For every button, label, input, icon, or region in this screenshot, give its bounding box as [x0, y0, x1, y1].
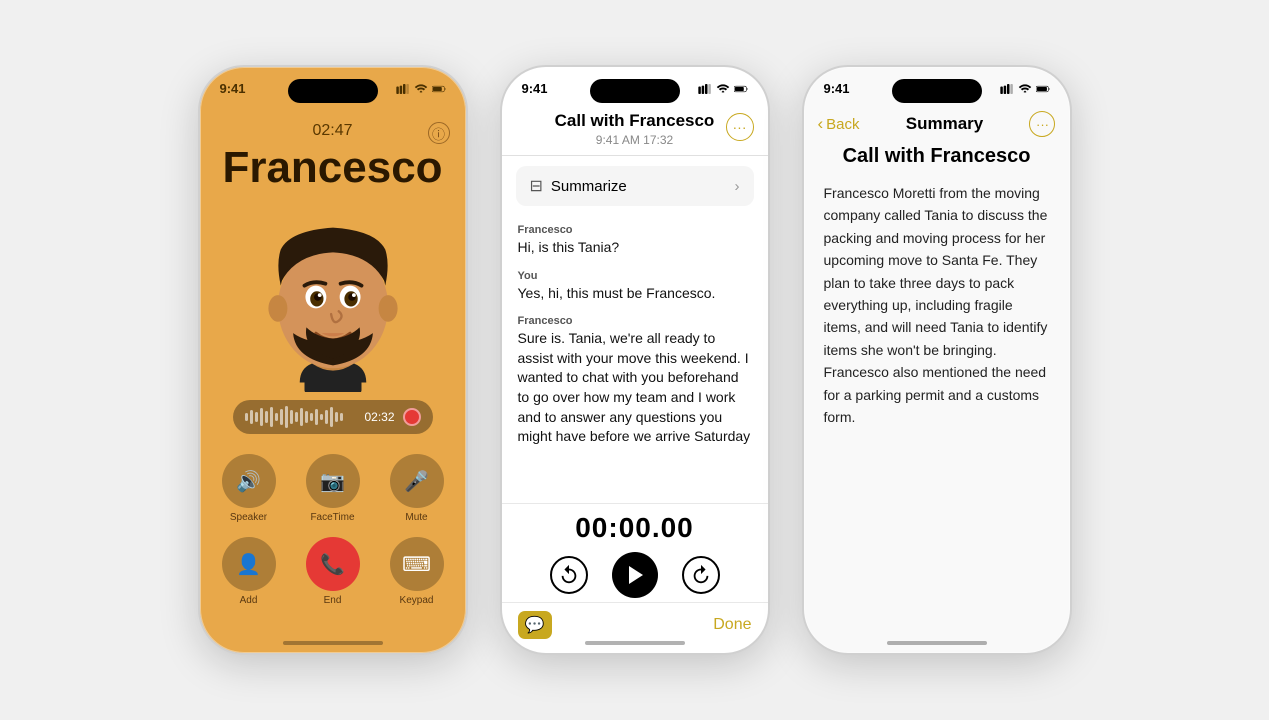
transcript-footer-icon: 💬: [518, 611, 552, 639]
end-button[interactable]: 📞 End: [298, 537, 368, 606]
transcript-msg-2: You Yes, hi, this must be Francesco.: [518, 270, 752, 304]
msg-text-2: Yes, hi, this must be Francesco.: [518, 284, 752, 304]
mute-button[interactable]: 🎤 Mute: [382, 454, 452, 523]
sender-2: You: [518, 270, 752, 282]
playback-controls: 15 15: [550, 552, 720, 598]
status-icons-3: [1000, 84, 1050, 94]
add-button[interactable]: 👤 Add: [214, 537, 284, 606]
transcript-msg-1: Francesco Hi, is this Tania?: [518, 224, 752, 258]
dynamic-island: [288, 79, 378, 103]
waveform: [245, 406, 357, 428]
recording-bar: 02:32: [233, 400, 433, 434]
recording-time: 02:32: [364, 410, 394, 424]
summary-body: Call with Francesco Francesco Moretti fr…: [804, 145, 1070, 428]
sender-1: Francesco: [518, 224, 752, 236]
playback-section: 00:00.00 15 15: [502, 503, 768, 602]
summary-text: Francesco Moretti from the moving compan…: [824, 182, 1050, 428]
status-time-2: 9:41: [522, 81, 548, 96]
phone-summary-screen: 9:41 ‹ Back Summary ··· Call with France…: [802, 65, 1072, 655]
call-controls: 🔊 Speaker 📷 FaceTime 🎤 Mute 👤 Add 📞 End …: [214, 454, 452, 606]
svg-text:15: 15: [696, 574, 704, 581]
transcript-title: Call with Francesco: [518, 111, 752, 131]
phone-call-screen: 9:41 ⓘ 02:47 Francesco: [198, 65, 468, 655]
play-button[interactable]: [612, 552, 658, 598]
facetime-button[interactable]: 📷 FaceTime: [298, 454, 368, 523]
home-indicator-2: [585, 641, 685, 645]
call-screen: ⓘ 02:47 Francesco: [200, 67, 466, 653]
transcript-footer: 💬 Done: [502, 602, 768, 653]
transcript-screen: ··· Call with Francesco 9:41 AM 17:32 ⊟ …: [502, 67, 768, 653]
caller-name: Francesco: [222, 146, 442, 190]
dynamic-island-2: [590, 79, 680, 103]
recording-dot: [403, 408, 421, 426]
chevron-right-icon: ›: [735, 178, 740, 195]
more-options-button[interactable]: ···: [726, 113, 754, 141]
speaker-button[interactable]: 🔊 Speaker: [214, 454, 284, 523]
summarize-button[interactable]: ⊟ Summarize ›: [516, 166, 754, 206]
status-time-3: 9:41: [824, 81, 850, 96]
summarize-icon: ⊟: [530, 176, 543, 196]
dynamic-island-3: [892, 79, 982, 103]
memoji-avatar: [243, 202, 423, 392]
info-icon[interactable]: ⓘ: [428, 122, 450, 144]
keypad-button[interactable]: ⌨ Keypad: [382, 537, 452, 606]
summary-page-title: Summary: [906, 114, 983, 134]
status-icons-1: [396, 84, 446, 94]
skip-back-button[interactable]: 15: [550, 556, 588, 594]
home-indicator-3: [887, 641, 987, 645]
done-button[interactable]: Done: [713, 616, 751, 634]
summary-screen: ‹ Back Summary ··· Call with Francesco F…: [804, 67, 1070, 653]
msg-text-1: Hi, is this Tania?: [518, 238, 752, 258]
svg-text:15: 15: [564, 574, 572, 581]
transcript-msg-3: Francesco Sure is. Tania, we're all read…: [518, 315, 752, 447]
back-label: Back: [826, 116, 859, 133]
msg-text-3: Sure is. Tania, we're all ready to assis…: [518, 329, 752, 447]
phone-transcript-screen: 9:41 ··· Call with Francesco 9:41 AM 17:…: [500, 65, 770, 655]
back-button[interactable]: ‹ Back: [818, 114, 860, 134]
back-chevron-icon: ‹: [818, 114, 824, 134]
summarize-label: Summarize: [551, 178, 627, 195]
summary-more-button[interactable]: ···: [1029, 111, 1055, 137]
status-icons-2: [698, 84, 748, 94]
status-time-1: 9:41: [220, 81, 246, 96]
home-indicator-1: [283, 641, 383, 645]
summary-call-title: Call with Francesco: [824, 145, 1050, 168]
skip-forward-button[interactable]: 15: [682, 556, 720, 594]
sender-3: Francesco: [518, 315, 752, 327]
transcript-body: Francesco Hi, is this Tania? You Yes, hi…: [502, 216, 768, 503]
call-timer: 02:47: [312, 122, 352, 140]
playback-time: 00:00.00: [575, 512, 694, 544]
transcript-call-time: 9:41 AM 17:32: [518, 133, 752, 147]
